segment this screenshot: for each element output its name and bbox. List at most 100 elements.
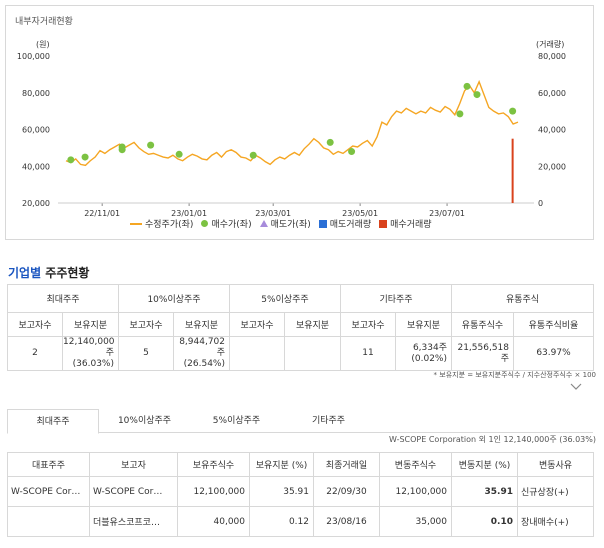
cell-chg-pct: 0.10	[451, 506, 518, 537]
triangle-swatch-icon	[259, 220, 268, 227]
y2-tick-label: 40,000	[538, 126, 566, 135]
subheader: 보유지분	[62, 312, 119, 337]
buy-price-point	[348, 148, 356, 156]
legend-buy-volume[interactable]: 매수거래량	[379, 217, 432, 230]
y2-tick-label: 0	[538, 199, 543, 208]
table-row: 더블유스코프코… 40,000 0.12 23/08/16 35,000 0.1…	[7, 506, 594, 537]
y2-tick-label: 60,000	[538, 89, 566, 98]
chart-svg: (원) (거래량) 100,000 80,000 60,000 40,000 20,000 8…	[17, 39, 566, 218]
cell: 5	[118, 336, 174, 371]
y-tick-label: 80,000	[22, 89, 50, 98]
cell-shares: 12,100,000	[177, 476, 250, 507]
header-10pct: 10%이상주주	[118, 284, 230, 313]
buy-price-point	[81, 153, 89, 161]
cell	[284, 336, 341, 371]
cell: 21,556,518주	[451, 336, 514, 371]
shareholders-summary-table: 최대주주 10%이상주주 5%이상주주 기타주주 유통주식 보고자수 보유지분 …	[7, 284, 594, 371]
legend-sell-price[interactable]: 매도가(좌)	[259, 217, 311, 230]
legend-buy-price[interactable]: 매수가(좌)	[201, 217, 252, 230]
subheader: 보유지분	[173, 312, 230, 337]
cell-chg-shares: 35,000	[379, 506, 452, 537]
legend-sell-volume[interactable]: 매도거래량	[318, 217, 371, 230]
holder-tabs: 최대주주 10%이상주주 5%이상주주 기타주주	[7, 409, 593, 434]
cell-chg-pct: 35.91	[451, 476, 518, 507]
header-float: 유통주식	[451, 284, 594, 313]
chart-legend: 수정주가(좌) 매수가(좌) 매도가(좌) 매도거래량 매수거래량	[130, 217, 432, 230]
table-row: 2 12,140,000주 (36.03%) 5 8,944,702주 (26.54…	[7, 336, 594, 371]
chevron-down-icon[interactable]	[570, 383, 582, 391]
tab-largest[interactable]: 최대주주	[7, 409, 99, 434]
cell-date: 23/08/16	[313, 506, 380, 537]
cell-reporter[interactable]: W-SCOPE Cor…	[89, 476, 178, 507]
y2-tick-label: 80,000	[538, 52, 566, 61]
cell: 6,334주 (0.02%)	[395, 336, 452, 371]
cell-reporter[interactable]: 더블유스코프코…	[89, 506, 178, 537]
y-tick-label: 20,000	[22, 199, 50, 208]
square-swatch-icon	[318, 219, 327, 228]
col-header: 최종거래일	[313, 452, 380, 477]
square-swatch-icon	[379, 219, 388, 228]
col-header: 보유주식수	[177, 452, 250, 477]
subheader: 보유지분	[395, 312, 452, 337]
buy-price-point	[326, 138, 334, 146]
subheader: 보고자수	[340, 312, 396, 337]
dot-swatch-icon	[201, 220, 209, 227]
cell-chg-shares: 12,100,000	[379, 476, 452, 507]
cell: 2	[7, 336, 63, 371]
col-header: 대표주주	[7, 452, 90, 477]
tab-10pct[interactable]: 10%이상주주	[99, 409, 191, 432]
buy-price-point	[509, 107, 517, 115]
right-axis-unit: (거래량)	[536, 39, 564, 49]
buy-volume-bar	[511, 138, 514, 203]
largest-holder-detail-table: 대표주주 보고자 보유주식수 보유지분 (%) 최종거래일 변동주식수 변동지분…	[7, 452, 594, 537]
cell-pct: 35.91	[249, 476, 314, 507]
cell-date: 22/09/30	[313, 476, 380, 507]
cell	[229, 336, 285, 371]
line-swatch-icon	[130, 222, 142, 225]
subheader: 유통주식비율	[513, 312, 594, 337]
footnote: * 보유지분 = 보유지분주식수 / 지수산정주식수 × 100	[433, 371, 596, 379]
buy-price-point	[67, 156, 75, 164]
cell: 63.97%	[513, 336, 594, 371]
y-tick-label: 100,000	[17, 52, 50, 61]
cell: 11	[340, 336, 396, 371]
col-header: 보유지분 (%)	[249, 452, 314, 477]
buy-price-point	[249, 151, 257, 159]
y-tick-label: 60,000	[22, 126, 50, 135]
cell-shares: 40,000	[177, 506, 250, 537]
cell-reason: 장내매수(+)	[517, 506, 594, 537]
cell-rep[interactable]: W-SCOPE Cor…	[7, 476, 90, 507]
header-5pct: 5%이상주주	[229, 284, 341, 313]
header-largest: 최대주주	[7, 284, 119, 313]
subheader: 보고자수	[7, 312, 63, 337]
legend-adj-price[interactable]: 수정주가(좌)	[130, 217, 193, 230]
buy-price-point	[147, 141, 155, 149]
buy-price-point	[118, 146, 126, 154]
tab-5pct[interactable]: 5%이상주주	[191, 409, 283, 432]
buy-price-point	[456, 110, 464, 118]
col-header: 보고자	[89, 452, 178, 477]
header-other: 기타주주	[340, 284, 452, 313]
y-tick-label: 40,000	[22, 162, 50, 171]
adj-price-line	[65, 79, 519, 167]
cell: 8,944,702주 (26.54%)	[173, 336, 230, 371]
table-row: W-SCOPE Cor… W-SCOPE Cor… 12,100,000 35.…	[7, 476, 594, 507]
buy-price-point	[463, 82, 471, 90]
cell: 12,140,000주 (36.03%)	[62, 336, 119, 371]
insider-trading-chart: 내부자거래현황 (원) (거래량) 100,000 80,000 60,000 40,00…	[5, 5, 594, 240]
x-tick-label: 23/07/01	[429, 209, 465, 218]
cell-reason: 신규상장(+)	[517, 476, 594, 507]
section-title: 기업별 주주현황	[8, 266, 90, 280]
col-header: 변동사유	[517, 452, 594, 477]
x-tick-label: 22/11/01	[84, 209, 120, 218]
buy-price-point	[473, 91, 481, 99]
y2-tick-label: 20,000	[538, 162, 566, 171]
col-header: 변동지분 (%)	[451, 452, 518, 477]
subheader: 유통주식수	[451, 312, 514, 337]
buy-price-point	[175, 150, 183, 158]
subheader: 보고자수	[229, 312, 285, 337]
tab-other[interactable]: 기타주주	[283, 409, 375, 432]
subheader: 보고자수	[118, 312, 174, 337]
cell-rep	[7, 506, 90, 537]
cell-pct: 0.12	[249, 506, 314, 537]
